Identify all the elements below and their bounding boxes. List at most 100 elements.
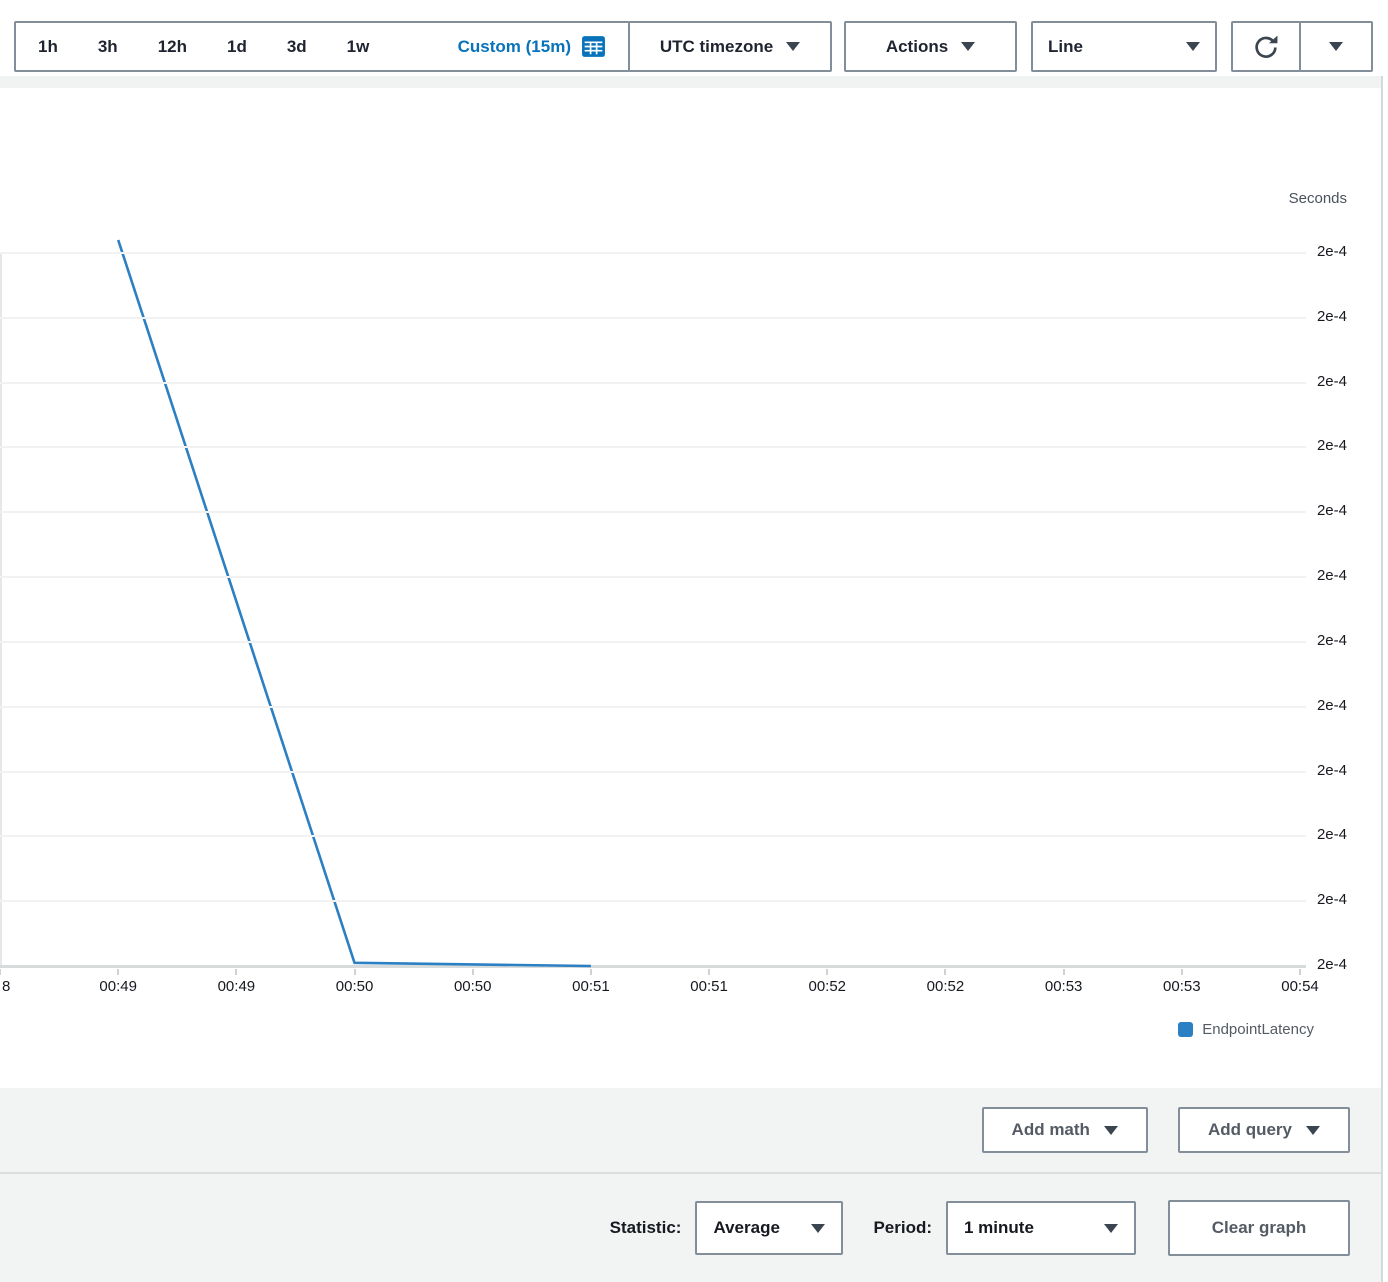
statistic-dropdown[interactable]: Average	[695, 1201, 843, 1255]
y-tick-label: 2e-4	[1317, 697, 1347, 714]
chart-area: Seconds EndpointLatency 2e-42e-42e-42e-4…	[0, 88, 1388, 1088]
actions-dropdown[interactable]: Actions	[844, 21, 1017, 72]
x-tick-label: 00:53	[1163, 978, 1201, 995]
x-tick	[117, 969, 119, 975]
calendar-table-icon	[581, 34, 606, 59]
add-query-button[interactable]: Add query	[1178, 1107, 1350, 1153]
x-tick	[472, 969, 474, 975]
y-tick-label: 2e-4	[1317, 632, 1347, 649]
x-tick	[1063, 969, 1065, 975]
x-tick-label: 8	[2, 978, 10, 995]
time-range-1d[interactable]: 1d	[227, 37, 247, 57]
chart-type-dropdown[interactable]: Line	[1031, 21, 1217, 72]
metric-line-chart	[0, 88, 1388, 1088]
chevron-down-icon	[786, 42, 800, 51]
x-tick	[826, 969, 828, 975]
time-range-1w[interactable]: 1w	[347, 37, 370, 57]
grid-line	[0, 576, 1306, 578]
x-tick	[944, 969, 946, 975]
timezone-dropdown[interactable]: UTC timezone	[628, 21, 832, 72]
time-range-control: 1h 3h 12h 1d 3d 1w Custom (15m)	[14, 21, 630, 72]
graphed-metrics-footer: Add math Add query Statistic: Average Pe…	[0, 1088, 1388, 1282]
x-tick	[1181, 969, 1183, 975]
x-tick	[1299, 969, 1301, 975]
legend-label: EndpointLatency	[1202, 1021, 1314, 1038]
time-range-presets: 1h 3h 12h 1d 3d 1w	[38, 37, 369, 57]
period-label: Period:	[873, 1218, 932, 1238]
time-range-12h[interactable]: 12h	[158, 37, 187, 57]
x-tick	[590, 969, 592, 975]
footer-divider	[0, 1172, 1383, 1174]
grid-line	[0, 900, 1306, 902]
add-math-label: Add math	[1012, 1120, 1090, 1140]
add-query-label: Add query	[1208, 1120, 1292, 1140]
x-tick-label: 00:54	[1281, 978, 1319, 995]
add-math-button[interactable]: Add math	[982, 1107, 1148, 1153]
chevron-down-icon	[1104, 1126, 1118, 1135]
x-tick-label: 00:49	[218, 978, 256, 995]
grid-line	[0, 641, 1306, 643]
time-range-1h[interactable]: 1h	[38, 37, 58, 57]
y-tick-label: 2e-4	[1317, 826, 1347, 843]
x-tick-label: 00:50	[336, 978, 374, 995]
statistic-period-row: Statistic: Average Period: 1 minute Clea…	[610, 1200, 1350, 1256]
y-tick-label: 2e-4	[1317, 437, 1347, 454]
y-tick-label: 2e-4	[1317, 373, 1347, 390]
x-tick	[235, 969, 237, 975]
chevron-down-icon	[1186, 42, 1200, 51]
grid-line	[0, 446, 1306, 448]
timezone-label: UTC timezone	[660, 37, 773, 57]
actions-label: Actions	[886, 37, 948, 57]
chevron-down-icon	[1306, 1126, 1320, 1135]
y-tick-label: 2e-4	[1317, 567, 1347, 584]
period-dropdown[interactable]: 1 minute	[946, 1201, 1136, 1255]
panel-right-border	[1381, 76, 1388, 1282]
clear-graph-label: Clear graph	[1212, 1218, 1306, 1238]
refresh-options-dropdown[interactable]	[1299, 21, 1373, 72]
x-tick-label: 00:51	[572, 978, 610, 995]
x-tick	[0, 969, 1, 975]
x-tick-label: 00:51	[690, 978, 728, 995]
time-range-3d[interactable]: 3d	[287, 37, 307, 57]
y-tick-label: 2e-4	[1317, 243, 1347, 260]
x-tick-label: 00:49	[99, 978, 137, 995]
endpoint-latency-line	[118, 240, 591, 966]
grid-line	[0, 252, 1306, 254]
x-tick-label: 00:52	[927, 978, 965, 995]
grid-line	[0, 382, 1306, 384]
toolbar-divider	[0, 76, 1388, 88]
y-tick-label: 2e-4	[1317, 308, 1347, 325]
refresh-icon	[1252, 33, 1280, 61]
y-tick-label: 2e-4	[1317, 956, 1347, 973]
x-tick	[354, 969, 356, 975]
math-query-row: Add math Add query	[982, 1107, 1350, 1153]
legend-item-endpointlatency[interactable]: EndpointLatency	[1178, 1021, 1314, 1038]
grid-line	[0, 511, 1306, 513]
clear-graph-button[interactable]: Clear graph	[1168, 1200, 1350, 1256]
grid-line	[0, 771, 1306, 773]
x-tick-label: 00:52	[808, 978, 846, 995]
refresh-button[interactable]	[1231, 21, 1301, 72]
chart-type-label: Line	[1048, 37, 1083, 57]
custom-range-button[interactable]: Custom (15m)	[458, 34, 606, 59]
plot-area[interactable]: Seconds EndpointLatency 2e-42e-42e-42e-4…	[0, 88, 1388, 1088]
statistic-label: Statistic:	[610, 1218, 682, 1238]
custom-range-label: Custom (15m)	[458, 37, 571, 57]
chevron-down-icon	[1329, 42, 1343, 51]
grid-line	[0, 706, 1306, 708]
x-tick-label: 00:53	[1045, 978, 1083, 995]
y-tick-label: 2e-4	[1317, 502, 1347, 519]
chevron-down-icon	[1104, 1224, 1118, 1233]
cloudwatch-metrics-panel: 1h 3h 12h 1d 3d 1w Custom (15m) UTC timezone	[0, 0, 1388, 1282]
period-value: 1 minute	[964, 1218, 1034, 1238]
legend-color-swatch	[1178, 1022, 1193, 1037]
statistic-value: Average	[713, 1218, 779, 1238]
x-tick-label: 00:50	[454, 978, 492, 995]
x-tick	[708, 969, 710, 975]
chevron-down-icon	[961, 42, 975, 51]
chevron-down-icon	[811, 1224, 825, 1233]
chart-toolbar: 1h 3h 12h 1d 3d 1w Custom (15m) UTC timezone	[0, 0, 1388, 76]
grid-line	[0, 835, 1306, 837]
time-range-3h[interactable]: 3h	[98, 37, 118, 57]
grid-line	[0, 317, 1306, 319]
